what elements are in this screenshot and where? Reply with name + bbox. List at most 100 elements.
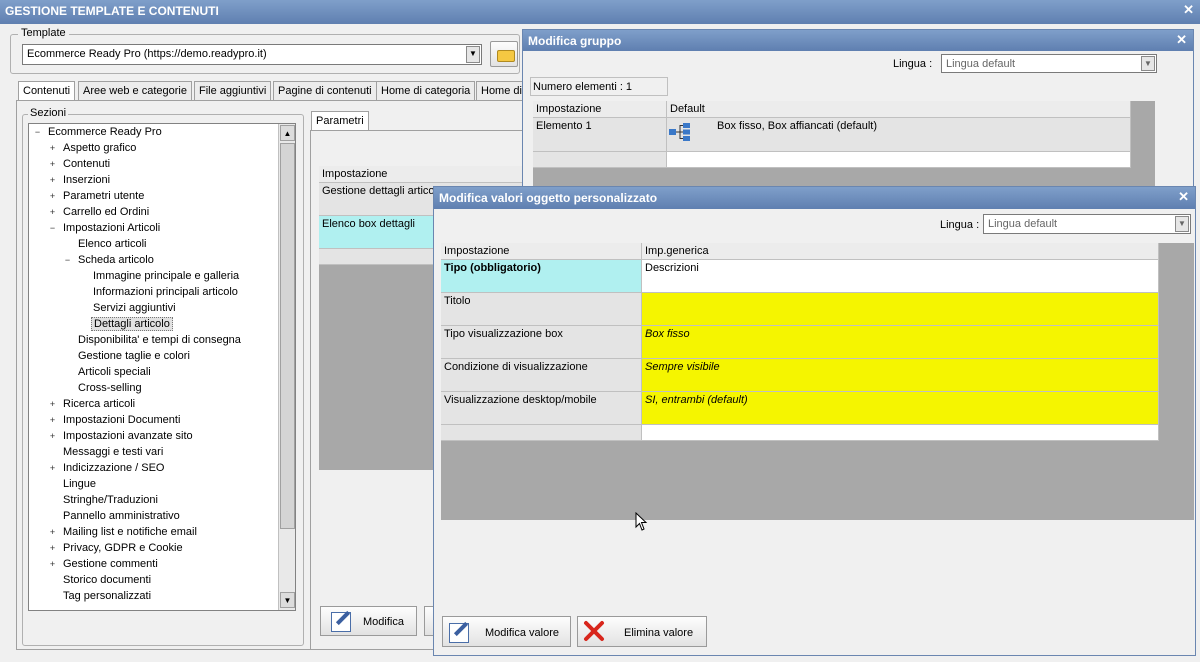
gruppo-title-bar[interactable]: Modifica gruppo ✕ (523, 30, 1193, 51)
tree-node[interactable]: + Gestione commenti (48, 558, 160, 570)
tree-node[interactable]: Gestione taglie e colori (63, 350, 192, 362)
collapse-icon[interactable]: − (33, 128, 42, 137)
tab-aree-web[interactable]: Aree web e categorie (78, 81, 192, 101)
tree-node[interactable]: − Impostazioni Articoli (48, 222, 162, 234)
modifica-valore-button[interactable]: Modifica valore (442, 616, 571, 647)
tree-node[interactable]: Storico documenti (48, 574, 153, 586)
tree-line-icon (63, 366, 72, 375)
gruppo-lingua-select[interactable]: Lingua default ▼ (941, 54, 1157, 73)
modifica-label: Modifica (363, 616, 404, 628)
template-select[interactable]: Ecommerce Ready Pro (https://demo.readyp… (22, 44, 482, 65)
sezioni-label: Sezioni (28, 107, 69, 119)
tree-node[interactable]: Messaggi e testi vari (48, 446, 165, 458)
tree-node[interactable]: Tag personalizzati (48, 590, 153, 602)
expand-icon[interactable]: + (48, 464, 57, 473)
tree-node[interactable]: + Inserzioni (48, 174, 112, 186)
tree-node[interactable]: + Indicizzazione / SEO (48, 462, 167, 474)
valori-lingua-label: Lingua : (940, 219, 980, 231)
valori-row-label: Tipo visualizzazione box (441, 326, 642, 359)
tree-node[interactable]: + Carrello ed Ordini (48, 206, 151, 218)
tree-node-label: Indicizzazione / SEO (63, 462, 165, 474)
valori-row-value[interactable]: Sempre visibile (642, 359, 1159, 392)
chevron-down-icon[interactable]: ▼ (1175, 216, 1189, 232)
tab-label: Home di categoria (381, 85, 471, 97)
tree-node[interactable]: Informazioni principali articolo (78, 286, 240, 298)
tree-node[interactable]: − Scheda articolo (63, 254, 156, 266)
elimina-valore-button[interactable]: Elimina valore (577, 616, 707, 647)
tree-line-icon (63, 382, 72, 391)
tab-home[interactable]: Home di (476, 81, 523, 101)
valori-title-bar[interactable]: Modifica valori oggetto personalizzato ✕ (434, 187, 1195, 209)
tree-node[interactable]: Elenco articoli (63, 238, 148, 250)
chevron-down-icon[interactable]: ▼ (1141, 56, 1155, 71)
expand-icon[interactable]: + (48, 544, 57, 553)
tree-node[interactable]: + Mailing list e notifiche email (48, 526, 199, 538)
tree-line-icon (48, 590, 57, 599)
tree-node[interactable]: Dettagli articolo (78, 317, 173, 331)
tree-node[interactable]: Cross-selling (63, 382, 144, 394)
tree-node[interactable]: + Impostazioni avanzate sito (48, 430, 195, 442)
valori-row-value[interactable]: Descrizioni (642, 260, 1159, 293)
tree-node[interactable]: Servizi aggiuntivi (78, 302, 178, 314)
tree-node[interactable]: + Ricerca articoli (48, 398, 137, 410)
tab-contenuti[interactable]: Contenuti (18, 81, 76, 101)
tree-scrollbar[interactable]: ▲ ▼ (278, 124, 295, 610)
gruppo-lingua-label: Lingua : (893, 58, 933, 70)
tree-node[interactable]: + Contenuti (48, 158, 112, 170)
valori-row-value[interactable]: Box fisso (642, 326, 1159, 359)
scroll-thumb[interactable] (280, 143, 295, 529)
collapse-icon[interactable]: − (48, 224, 57, 233)
expand-icon[interactable]: + (48, 144, 57, 153)
tree-node[interactable]: Immagine principale e galleria (78, 270, 241, 282)
tab-pagine-contenuti[interactable]: Pagine di contenuti (273, 81, 377, 101)
tree-node[interactable]: + Aspetto grafico (48, 142, 138, 154)
tree-node-label: Tag personalizzati (63, 590, 152, 602)
tree-node[interactable]: − Ecommerce Ready Pro (33, 126, 164, 138)
tree-line-icon (63, 238, 72, 247)
expand-icon[interactable]: + (48, 432, 57, 441)
collapse-icon[interactable]: − (63, 256, 72, 265)
tree-node[interactable]: Articoli speciali (63, 366, 153, 378)
valori-row-value[interactable]: SI, entrambi (default) (642, 392, 1159, 425)
tree-node[interactable]: Disponibilita' e tempi di consegna (63, 334, 243, 346)
valori-close-icon[interactable]: ✕ (1178, 189, 1189, 205)
tree-node[interactable]: Pannello amministrativo (48, 510, 182, 522)
gruppo-title: Modifica gruppo (528, 34, 622, 48)
tree-node-label: Aspetto grafico (63, 142, 137, 154)
template-open-button[interactable] (490, 41, 518, 67)
valori-lingua-select[interactable]: Lingua default ▼ (983, 214, 1191, 234)
expand-icon[interactable]: + (48, 192, 57, 201)
expand-icon[interactable]: + (48, 160, 57, 169)
tree-node[interactable]: + Parametri utente (48, 190, 146, 202)
expand-icon[interactable]: + (48, 416, 57, 425)
expand-icon[interactable]: + (48, 528, 57, 537)
modifica-button[interactable]: Modifica (320, 606, 417, 636)
gruppo-row-value-cell[interactable]: Box fisso, Box affiancati (default) (667, 118, 1131, 152)
tree-node-label: Cross-selling (78, 382, 142, 394)
valori-row-value[interactable] (642, 293, 1159, 326)
tree-node[interactable]: Stringhe/Traduzioni (48, 494, 160, 506)
tab-home-categoria[interactable]: Home di categoria (376, 81, 476, 101)
gruppo-close-icon[interactable]: ✕ (1176, 32, 1187, 48)
template-label: Template (18, 27, 69, 39)
sections-tree[interactable]: ▲ ▼ − Ecommerce Ready Pro + Aspetto grafico… (28, 123, 296, 611)
tab-file-aggiuntivi[interactable]: File aggiuntivi (194, 81, 272, 101)
elimina-valore-label: Elimina valore (624, 627, 694, 639)
tab-parametri[interactable]: Parametri (311, 111, 369, 131)
expand-icon[interactable]: + (48, 176, 57, 185)
hierarchy-icon (669, 123, 691, 141)
tree-node[interactable]: Lingue (48, 478, 98, 490)
main-title-bar[interactable]: GESTIONE TEMPLATE E CONTENUTI ✕ (0, 0, 1200, 24)
tree-node[interactable]: + Impostazioni Documenti (48, 414, 182, 426)
expand-icon[interactable]: + (48, 208, 57, 217)
main-close-icon[interactable]: ✕ (1183, 2, 1194, 18)
scroll-down-icon[interactable]: ▼ (280, 592, 295, 608)
chevron-down-icon[interactable]: ▼ (466, 46, 480, 63)
tree-node[interactable]: + Privacy, GDPR e Cookie (48, 542, 185, 554)
tree-node-label: Impostazioni Documenti (63, 414, 181, 426)
scroll-up-icon[interactable]: ▲ (280, 125, 295, 141)
tree-node-label: Pannello amministrativo (63, 510, 180, 522)
expand-icon[interactable]: + (48, 560, 57, 569)
tree-node-label: Contenuti (63, 158, 111, 170)
expand-icon[interactable]: + (48, 400, 57, 409)
